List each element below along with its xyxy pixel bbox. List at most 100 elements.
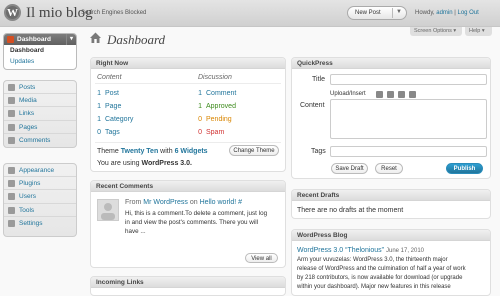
- comment-count[interactable]: 1: [192, 90, 202, 97]
- wordpress-logo-icon[interactable]: W: [4, 4, 21, 21]
- version-prefix: You are using: [97, 160, 140, 167]
- tools-icon: [8, 206, 15, 214]
- video-icon[interactable]: [387, 91, 394, 98]
- theme-info: Theme Twenty Ten with 6 Widgets: [97, 148, 208, 155]
- blog-text-line: release of WordPress and the culmination…: [297, 266, 466, 272]
- sidebar-item-posts[interactable]: Posts: [4, 81, 76, 95]
- sidebar-item-links[interactable]: Links: [4, 107, 76, 121]
- widget-title[interactable]: Right Now: [91, 58, 285, 69]
- tags-link[interactable]: Tags: [105, 129, 120, 136]
- wordpress-blog-widget: WordPress Blog WordPress 3.0 “Thelonious…: [291, 229, 491, 296]
- sidebar-item-appearance[interactable]: Appearance: [4, 164, 76, 178]
- sidebar-item-dashboard[interactable]: Dashboard ▾: [4, 34, 76, 45]
- avatar: [97, 199, 119, 221]
- publish-button[interactable]: Publish: [446, 163, 483, 174]
- spam-count[interactable]: 0: [192, 129, 202, 136]
- sidebar-item-users[interactable]: Users: [4, 190, 76, 204]
- comment-link[interactable]: Comment: [206, 90, 236, 97]
- links-icon: [8, 110, 15, 118]
- logout-link[interactable]: Log Out: [457, 10, 478, 16]
- blog-text-line: by 218 contributors, is now available fo…: [297, 275, 463, 281]
- username-link[interactable]: admin: [436, 10, 452, 16]
- incoming-links-widget: Incoming Links: [90, 276, 286, 296]
- comment-meta: From Mr WordPress on Hello world! #: [125, 199, 242, 206]
- widgets-link[interactable]: 6 Widgets: [175, 148, 208, 155]
- widget-title[interactable]: Incoming Links: [91, 277, 285, 288]
- recent-comments-widget: Recent Comments From Mr WordPress on Hel…: [90, 180, 286, 268]
- content-textarea[interactable]: [330, 99, 487, 139]
- change-theme-button[interactable]: Change Theme: [229, 145, 279, 156]
- help-tab[interactable]: Help ▾: [465, 27, 492, 36]
- admin-header: W Il mio blog Search Engines Blocked New…: [0, 0, 500, 27]
- settings-icon: [8, 219, 15, 227]
- blog-post-date: June 17, 2010: [385, 248, 425, 254]
- comment-post-link[interactable]: Hello world!: [200, 199, 237, 206]
- sidebar-item-tools[interactable]: Tools: [4, 204, 76, 217]
- user-icon: [101, 203, 115, 220]
- category-link[interactable]: Category: [105, 116, 133, 123]
- comment-permalink[interactable]: #: [238, 199, 242, 206]
- approved-link[interactable]: Approved: [206, 103, 236, 110]
- page-count[interactable]: 1: [91, 103, 101, 110]
- sidebar-item-label: Dashboard: [17, 36, 51, 43]
- category-count[interactable]: 1: [91, 116, 101, 123]
- divider: [95, 142, 281, 143]
- media-icon[interactable]: [409, 91, 416, 98]
- sidebar-item-plugins[interactable]: Plugins: [4, 177, 76, 191]
- comment-text-line: have ...: [125, 228, 146, 235]
- on-label: on: [189, 199, 198, 206]
- chevron-down-icon[interactable]: ▼: [396, 9, 402, 15]
- version-number: WordPress 3.0.: [141, 160, 192, 167]
- sidebar-group-content: Posts Media Links Pages Comments: [3, 80, 77, 148]
- submenu-updates[interactable]: Updates: [4, 56, 76, 67]
- audio-icon[interactable]: [398, 91, 405, 98]
- widget-title[interactable]: Recent Drafts: [292, 190, 490, 201]
- pending-link[interactable]: Pending: [206, 116, 232, 123]
- theme-name-link[interactable]: Twenty Ten: [121, 148, 158, 155]
- blog-post-link[interactable]: WordPress 3.0 “Thelonious”: [297, 247, 384, 254]
- new-post-label[interactable]: New Post: [355, 10, 381, 16]
- sidebar-item-pages[interactable]: Pages: [4, 121, 76, 134]
- comments-icon: [8, 136, 15, 144]
- image-icon[interactable]: [376, 91, 383, 98]
- title-input[interactable]: [330, 74, 487, 85]
- media-icon: [8, 97, 15, 105]
- post-count[interactable]: 1: [91, 90, 101, 97]
- right-now-widget: Right Now Content Discussion 1 Post 1 Pa…: [90, 57, 286, 172]
- pending-count[interactable]: 0: [192, 116, 202, 123]
- widget-title[interactable]: Recent Comments: [91, 181, 285, 192]
- post-link[interactable]: Post: [105, 90, 119, 97]
- sidebar-item-label: Pages: [19, 123, 38, 131]
- tags-count[interactable]: 0: [91, 129, 101, 136]
- screen-options-tab[interactable]: Screen Options ▾: [410, 27, 462, 36]
- tags-input[interactable]: [330, 146, 487, 157]
- blog-text-line: Arm your vuvuzelas: WordPress 3.0, the t…: [297, 257, 448, 263]
- sidebar-item-settings[interactable]: Settings: [4, 217, 76, 230]
- submenu-dashboard[interactable]: Dashboard: [4, 45, 76, 56]
- save-draft-button[interactable]: Save Draft: [331, 163, 368, 174]
- approved-count[interactable]: 1: [192, 103, 202, 110]
- dropdown-divider: [392, 8, 393, 18]
- reset-button[interactable]: Reset: [375, 163, 403, 174]
- blog-text-line: within your dashboard). Major new featur…: [297, 284, 451, 290]
- comment-author-link[interactable]: Mr WordPress: [143, 199, 188, 206]
- sidebar-item-label: Comments: [19, 136, 51, 144]
- spam-link[interactable]: Spam: [206, 129, 224, 136]
- sidebar-item-media[interactable]: Media: [4, 94, 76, 108]
- page-title: Dashboard: [107, 32, 166, 47]
- howdy-text: Howdy,: [415, 10, 435, 16]
- sidebar-menu-dashboard[interactable]: Dashboard ▾ Dashboard Updates: [3, 33, 77, 70]
- comment-text-line: in and view the post's comments. There y…: [125, 219, 259, 226]
- chevron-down-icon[interactable]: ▾: [66, 34, 76, 45]
- widget-title[interactable]: QuickPress: [292, 58, 490, 69]
- recent-drafts-widget: Recent Drafts There are no drafts at the…: [291, 189, 491, 219]
- comment-text-line: Hi, this is a comment.To delete a commen…: [125, 210, 268, 217]
- favorite-actions-dropdown[interactable]: New Post ▼: [347, 6, 407, 20]
- sidebar-group-settings: Appearance Plugins Users Tools Settings: [3, 163, 77, 237]
- sidebar-item-comments[interactable]: Comments: [4, 134, 76, 147]
- view-all-button[interactable]: View all: [245, 253, 278, 263]
- page-link[interactable]: Page: [105, 103, 121, 110]
- discussion-header: Discussion: [198, 74, 232, 81]
- sidebar-item-label: Appearance: [19, 167, 55, 174]
- widget-title[interactable]: WordPress Blog: [292, 230, 490, 241]
